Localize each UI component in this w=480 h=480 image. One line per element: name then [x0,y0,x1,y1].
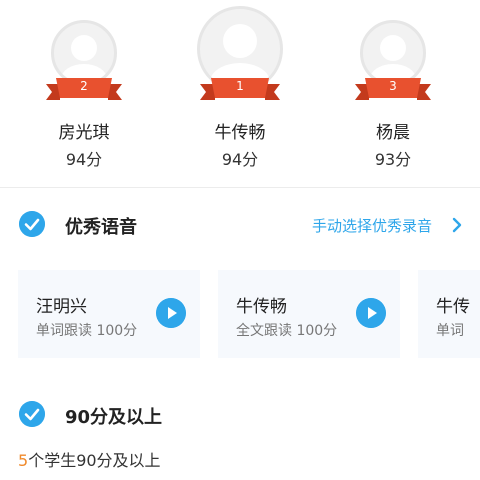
divider [0,187,480,188]
card-detail: 单词跟读 100分 [36,323,138,339]
voice-card[interactable]: 汪明兴 单词跟读 100分 [18,270,200,358]
manual-select-label: 手动选择优秀录音 [312,217,433,235]
student-name: 杨晨 [376,123,410,143]
voice-card[interactable]: 牛传 单词 [418,270,480,358]
play-icon[interactable] [156,298,186,328]
card-student-name: 牛传 [436,297,470,317]
student-score: 93分 [374,150,412,169]
excellent-voice-title: 优秀语音 [65,217,137,238]
play-icon[interactable] [356,298,386,328]
student-score: 94分 [65,150,103,169]
top-three-podium: 2 房光琪 94分 1 牛传畅 94分 3 杨晨 93分 [0,0,480,178]
student-score: 94分 [221,150,259,169]
card-student-name: 汪明兴 [36,297,87,317]
check-circle-icon [19,211,45,237]
rank-number: 2 [80,79,88,93]
student-name: 房光琪 [58,123,110,143]
card-student-name: 牛传畅 [236,297,287,317]
card-detail: 单词 [436,323,464,339]
student-count-suffix: 个学生90分及以上 [28,451,161,470]
rank-number: 3 [389,79,397,93]
student-count: 5 [18,451,29,470]
rank-number: 1 [236,79,244,93]
student-name: 牛传畅 [214,123,266,143]
voice-card[interactable]: 牛传畅 全文跟读 100分 [218,270,400,358]
manual-select-link[interactable]: 手动选择优秀录音 [312,213,464,237]
check-circle-icon [19,401,45,427]
above-90-summary: 5个学生90分及以上 [18,447,161,471]
above-90-title: 90分及以上 [65,407,163,428]
card-detail: 全文跟读 100分 [236,323,338,339]
chevron-right-icon [452,217,462,233]
